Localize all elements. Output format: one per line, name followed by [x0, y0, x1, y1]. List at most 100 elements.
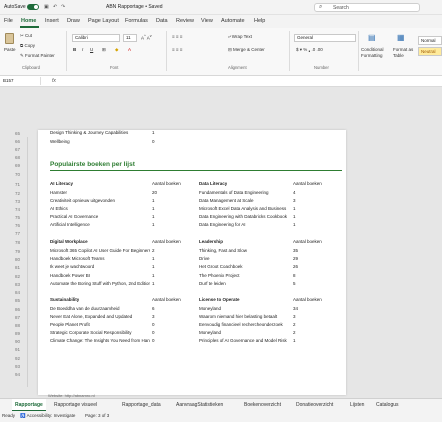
book-count[interactable]: 3	[293, 314, 296, 319]
sheet-tab-rapportage[interactable]: Rapportage	[15, 402, 43, 408]
cell-value[interactable]: 0	[152, 139, 155, 144]
book-title[interactable]: Durf te leiden	[199, 281, 291, 286]
book-title[interactable]: Never Eat Alone, Expanded and Updated	[50, 314, 150, 319]
cell-text[interactable]: Design Thinking & Journey Capabilities	[50, 130, 150, 135]
column-header[interactable]: Aantal boeken	[152, 181, 181, 186]
row-number[interactable]: 68	[4, 155, 20, 160]
column-header[interactable]: Aantal boeken	[152, 239, 181, 244]
row-number[interactable]: 93	[4, 364, 20, 369]
cell-text[interactable]: Wellbeing	[50, 139, 70, 144]
row-number[interactable]: 66	[4, 139, 20, 144]
book-count[interactable]: 1	[152, 198, 155, 203]
book-title[interactable]: Practical AI Governance	[50, 214, 150, 219]
book-count[interactable]: 34	[293, 306, 298, 311]
row-number[interactable]: 80	[4, 257, 20, 262]
book-title[interactable]: Ik weet je wachtwoord	[50, 264, 150, 269]
book-title[interactable]: Handboek Microsoft Teams	[50, 256, 150, 261]
row-number[interactable]: 73	[4, 199, 20, 204]
group-title[interactable]: Data Literacy	[199, 181, 227, 186]
book-count[interactable]: 8	[293, 273, 296, 278]
row-number[interactable]: 65	[4, 131, 20, 136]
book-title[interactable]: Het Groot Coachboek	[199, 264, 291, 269]
cut-button[interactable]: ✂ Cut	[20, 33, 32, 39]
book-count[interactable]: 3	[152, 314, 155, 319]
row-number[interactable]: 86	[4, 307, 20, 312]
book-count[interactable]: 1	[152, 273, 155, 278]
book-title[interactable]: Principles of AI Governance and Model Ri…	[199, 338, 291, 343]
font-color-icon[interactable]: A	[128, 47, 131, 52]
book-count[interactable]: 1	[293, 222, 296, 227]
book-count[interactable]: 2	[293, 330, 296, 335]
book-count[interactable]: 0	[152, 322, 155, 327]
fx-icon[interactable]: fx	[52, 78, 56, 84]
book-title[interactable]: Hamster	[50, 190, 150, 195]
book-count[interactable]: 5	[293, 281, 296, 286]
book-title[interactable]: De Boeddha van de duurzaamheid	[50, 306, 150, 311]
bold-button[interactable]: B	[73, 47, 76, 52]
name-box[interactable]: B157	[1, 77, 41, 85]
book-count[interactable]: 1	[152, 256, 155, 261]
book-count[interactable]: 1	[152, 264, 155, 269]
sheet-tab-boekenoverzicht[interactable]: Boekenoverzicht	[244, 402, 281, 408]
merge-center-button[interactable]: ⊟ Merge & Center	[228, 47, 265, 53]
tab-file[interactable]: File	[4, 18, 13, 24]
row-number[interactable]: 70	[4, 172, 20, 177]
tab-formulas[interactable]: Formulas	[125, 18, 148, 24]
column-header[interactable]: Aantal boeken	[293, 239, 322, 244]
book-title[interactable]: AI Ethics	[50, 206, 150, 211]
row-number[interactable]: 69	[4, 163, 20, 168]
book-count[interactable]: 29	[293, 256, 298, 261]
row-number[interactable]: 90	[4, 339, 20, 344]
book-count[interactable]: 1	[293, 338, 296, 343]
search-input[interactable]: ⌕ Search	[314, 3, 420, 12]
row-number[interactable]: 91	[4, 347, 20, 352]
book-count[interactable]: 1	[293, 206, 296, 211]
row-number[interactable]: 72	[4, 191, 20, 196]
format-painter-button[interactable]: ✎ Format Painter	[20, 53, 55, 59]
accessibility-status[interactable]: ♿ Accessibility: Investigate	[20, 413, 75, 419]
row-number[interactable]: 94	[4, 372, 20, 377]
fill-color-icon[interactable]: ◆	[115, 47, 118, 53]
row-number[interactable]: 77	[4, 231, 20, 236]
row-number[interactable]: 92	[4, 356, 20, 361]
book-title[interactable]: Fundamentals of Data Engineering	[199, 190, 291, 195]
row-number[interactable]: 74	[4, 207, 20, 212]
format-as-table-icon[interactable]: ▦	[397, 33, 405, 42]
book-count[interactable]: 0	[152, 330, 155, 335]
sheet-tab-rapportage-visueel[interactable]: Rapportage visueel	[54, 402, 97, 408]
book-count[interactable]: 4	[293, 190, 296, 195]
book-title[interactable]: Thinking, Fast and Slow	[199, 248, 291, 253]
section-title[interactable]: Populairste boeken per lijst	[50, 161, 135, 168]
row-number[interactable]: 79	[4, 249, 20, 254]
tab-insert[interactable]: Insert	[45, 18, 59, 24]
book-count[interactable]: 1	[293, 214, 296, 219]
copy-button[interactable]: ⧉ Copy	[20, 43, 35, 48]
tab-draw[interactable]: Draw	[67, 18, 80, 24]
row-number[interactable]: 88	[4, 323, 20, 328]
sheet-tab-rapportage-data[interactable]: Rapportage_data	[122, 402, 161, 408]
book-title[interactable]: Data Engineering for AI	[199, 222, 291, 227]
style-neutral[interactable]: Neutral	[418, 47, 442, 56]
group-title[interactable]: Leadership	[199, 239, 223, 244]
tab-help[interactable]: Help	[254, 18, 265, 24]
align-top-icon[interactable]: ≡ ≡ ≡	[172, 34, 182, 39]
tab-view[interactable]: View	[201, 18, 213, 24]
row-number[interactable]: 85	[4, 298, 20, 303]
row-number[interactable]: 82	[4, 274, 20, 279]
book-count[interactable]: 1	[152, 222, 155, 227]
book-title[interactable]: Moneyland	[199, 306, 291, 311]
sheet-tab-lijsten[interactable]: Lijsten	[350, 402, 364, 408]
underline-button[interactable]: U	[90, 47, 93, 52]
row-number[interactable]: 89	[4, 331, 20, 336]
row-number[interactable]: 71	[4, 182, 20, 187]
column-header[interactable]: Aantal boeken	[293, 297, 322, 302]
wrap-text-button[interactable]: ⤶ Wrap Text	[228, 34, 252, 39]
conditional-formatting-icon[interactable]: ▤	[368, 33, 376, 42]
sheet-tab-aanvraagstatistieken[interactable]: AanvraagStatistieken	[176, 402, 223, 408]
book-count[interactable]: 20	[152, 190, 157, 195]
row-number[interactable]: 75	[4, 215, 20, 220]
row-number[interactable]: 78	[4, 240, 20, 245]
paste-button[interactable]: Paste	[4, 47, 16, 52]
accounting-icon[interactable]: $ ▾ % ❟ .0 .00	[296, 47, 323, 53]
book-count[interactable]: 1	[152, 281, 155, 286]
